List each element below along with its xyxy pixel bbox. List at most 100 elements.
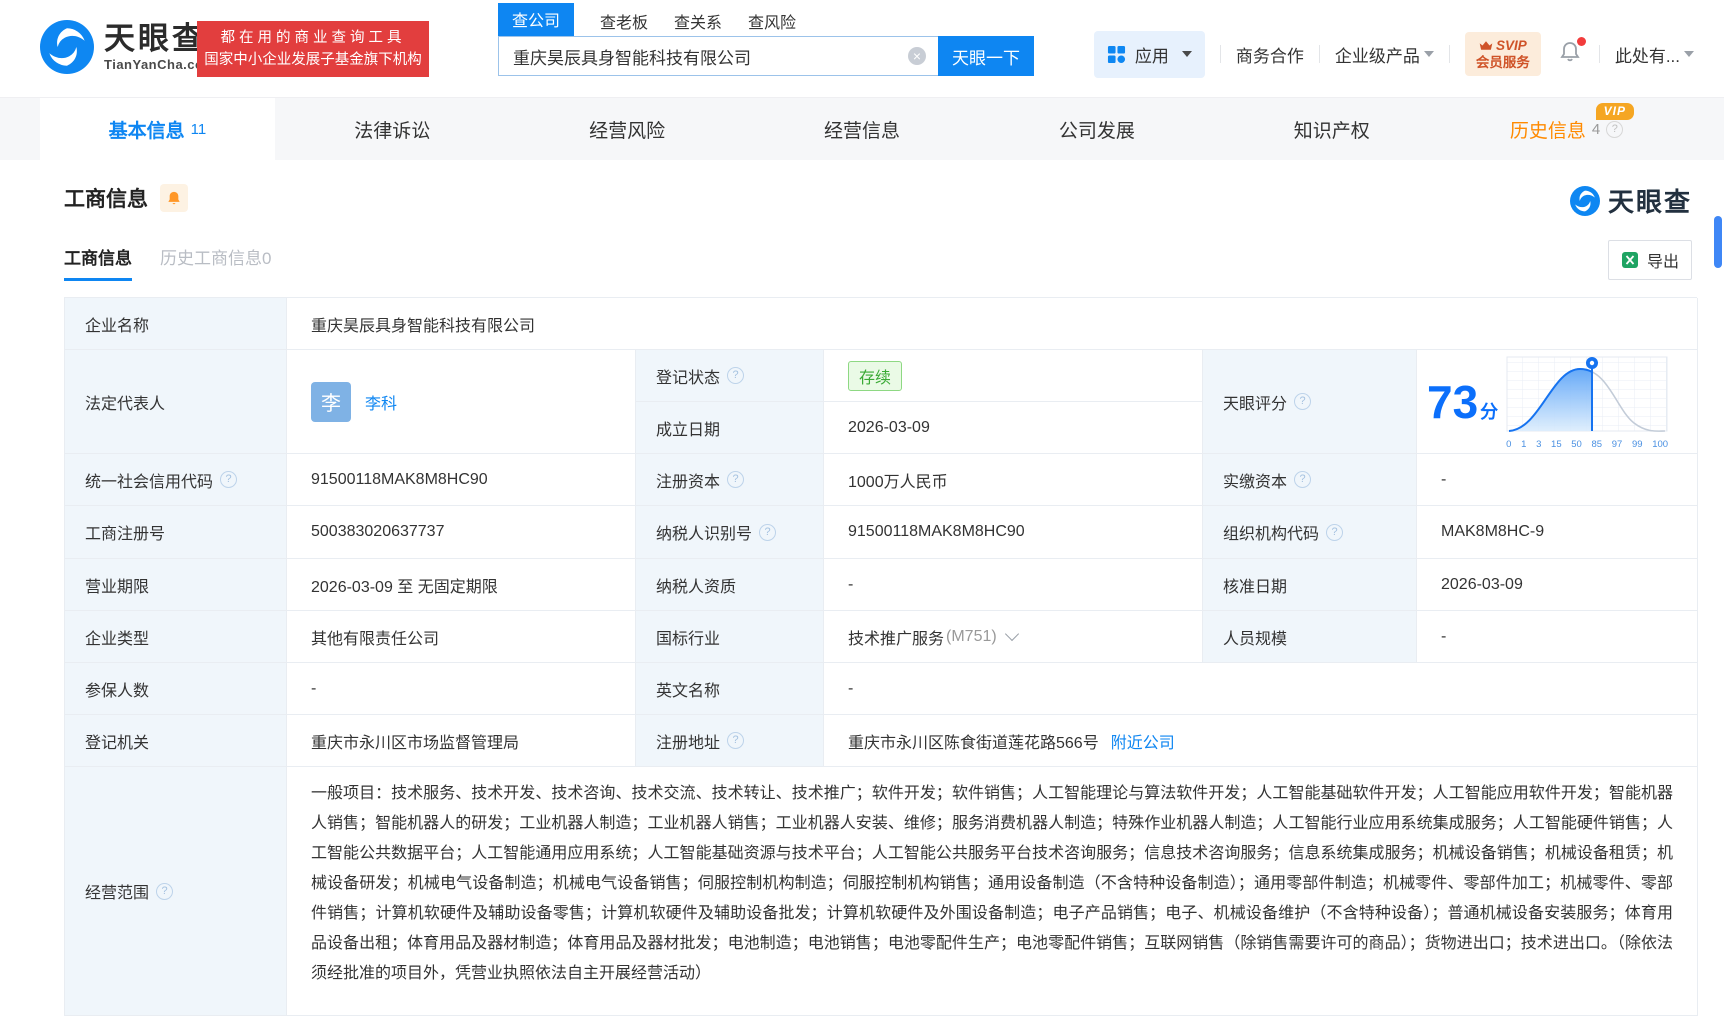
- divider: [1449, 45, 1450, 63]
- tab-company-development[interactable]: 公司发展: [979, 98, 1214, 160]
- page-tabs: 基本信息 11 法律诉讼 经营风险 经营信息 公司发展 知识产权 VIP 历史信…: [0, 97, 1724, 160]
- search-tab-company[interactable]: 查公司: [498, 3, 574, 36]
- site-logo[interactable]: 天眼查 TianYanCha.com: [40, 20, 216, 74]
- search-tab-boss[interactable]: 查老板: [600, 9, 648, 36]
- divider: [1319, 45, 1320, 63]
- value-industry[interactable]: 技术推广服务 (M751): [824, 611, 1203, 663]
- label-establish-date: 成立日期: [636, 402, 824, 454]
- help-icon[interactable]: [727, 367, 744, 384]
- label-registration-number: 工商注册号: [65, 506, 287, 559]
- label-taxpayer-id: 纳税人识别号: [636, 506, 824, 559]
- value-registered-capital: 1000万人民币: [824, 454, 1203, 506]
- value-establish-date: 2026-03-09: [824, 402, 1203, 454]
- value-paid-capital: -: [1417, 454, 1698, 506]
- vip-badge: VIP: [1596, 103, 1634, 120]
- nav-business-cooperation[interactable]: 商务合作: [1236, 42, 1304, 67]
- notification-dot: [1577, 37, 1586, 46]
- search-tabs: 查公司 查老板 查关系 查风险: [498, 7, 1034, 36]
- tab-count: 4: [1592, 121, 1600, 138]
- label-company-type: 企业类型: [65, 611, 287, 663]
- svip-label: SVIP: [1496, 37, 1527, 54]
- label-registration-status: 登记状态: [636, 350, 824, 402]
- monitor-bell-button[interactable]: [160, 184, 188, 212]
- clear-icon[interactable]: [908, 47, 926, 65]
- value-insured-count: -: [287, 663, 636, 715]
- search-tab-risk[interactable]: 查风险: [748, 9, 796, 36]
- value-tyc-score[interactable]: 73分: [1417, 350, 1698, 454]
- user-menu[interactable]: 此处有...: [1615, 42, 1694, 67]
- crown-icon: [1479, 40, 1493, 51]
- legal-representative-link[interactable]: 李科: [365, 390, 397, 414]
- tab-label: 基本信息: [109, 116, 185, 143]
- value-business-term: 2026-03-09 至 无固定期限: [287, 559, 636, 611]
- help-icon[interactable]: [1606, 121, 1623, 138]
- promo-line1: 都在用的商业查询工具: [221, 27, 406, 49]
- tab-label: 历史信息: [1510, 116, 1586, 143]
- help-icon[interactable]: [1294, 393, 1311, 410]
- label-english-name: 英文名称: [636, 663, 824, 715]
- help-icon[interactable]: [156, 883, 173, 900]
- tab-legal-litigation[interactable]: 法律诉讼: [275, 98, 510, 160]
- help-icon[interactable]: [759, 524, 776, 541]
- score-number: 73分: [1427, 379, 1498, 425]
- label-registered-capital: 注册资本: [636, 454, 824, 506]
- avatar[interactable]: 李: [311, 382, 351, 422]
- svip-member-button[interactable]: SVIP 会员服务: [1465, 32, 1541, 76]
- help-icon[interactable]: [727, 471, 744, 488]
- label-company-name: 企业名称: [65, 298, 287, 350]
- status-badge: 存续: [848, 361, 902, 391]
- search-area: 查公司 查老板 查关系 查风险 天眼一下: [498, 7, 1034, 76]
- label-organization-code: 组织机构代码: [1203, 506, 1417, 559]
- nearby-companies-link[interactable]: 附近公司: [1111, 729, 1175, 753]
- export-label: 导出: [1647, 248, 1679, 272]
- apps-menu[interactable]: 应用: [1094, 31, 1205, 78]
- divider: [1599, 45, 1600, 63]
- excel-icon: [1621, 251, 1639, 269]
- label-business-scope: 经营范围: [65, 767, 287, 1016]
- export-button[interactable]: 导出: [1608, 240, 1692, 280]
- label-paid-capital: 实缴资本: [1203, 454, 1417, 506]
- subtab-history-business-info[interactable]: 历史工商信息0: [160, 244, 271, 281]
- tab-operating-risk[interactable]: 经营风险: [510, 98, 745, 160]
- tab-basic-info[interactable]: 基本信息 11: [40, 98, 275, 160]
- svip-sublabel: 会员服务: [1476, 54, 1530, 71]
- tab-history-info[interactable]: VIP 历史信息 4: [1449, 98, 1684, 160]
- score-distribution-chart: 0131550859799100: [1506, 353, 1668, 450]
- tab-label: 经营风险: [589, 116, 665, 143]
- label-staff-size: 人员规模: [1203, 611, 1417, 663]
- notifications-bell[interactable]: [1558, 39, 1582, 70]
- value-staff-size: -: [1417, 611, 1698, 663]
- label-insured-count: 参保人数: [65, 663, 287, 715]
- label-business-term: 营业期限: [65, 559, 287, 611]
- value-business-scope: 一般项目：技术服务、技术开发、技术咨询、技术交流、技术转让、技术推广；软件开发；…: [287, 767, 1698, 1016]
- industry-code: (M751): [946, 628, 997, 646]
- value-taxpayer-id: 91500118MAK8M8HC90: [824, 506, 1203, 559]
- label-legal-representative: 法定代表人: [65, 350, 287, 454]
- help-icon[interactable]: [1326, 524, 1343, 541]
- watermark-text: 天眼查: [1608, 182, 1692, 219]
- tab-operating-info[interactable]: 经营信息: [745, 98, 980, 160]
- search-button[interactable]: 天眼一下: [938, 36, 1034, 76]
- label-industry: 国标行业: [636, 611, 824, 663]
- value-registered-address: 重庆市永川区陈食街道莲花路566号 附近公司: [824, 715, 1698, 767]
- nav-enterprise-products[interactable]: 企业级产品: [1335, 42, 1434, 67]
- search-input[interactable]: [498, 36, 938, 76]
- help-icon[interactable]: [1294, 471, 1311, 488]
- help-icon[interactable]: [220, 471, 237, 488]
- watermark-logo: 天眼查: [1570, 182, 1692, 219]
- value-registration-number: 500383020637737: [287, 506, 636, 559]
- scrollbar-thumb[interactable]: [1714, 216, 1722, 268]
- section-subtabs: 工商信息 历史工商信息0: [64, 244, 271, 281]
- promo-line2: 国家中小企业发展子基金旗下机构: [204, 49, 422, 71]
- header: 天眼查 TianYanCha.com 都在用的商业查询工具 国家中小企业发展子基…: [0, 0, 1724, 97]
- tab-intellectual-property[interactable]: 知识产权: [1214, 98, 1449, 160]
- tianyancha-logo-icon: [1570, 186, 1600, 216]
- chevron-down-icon[interactable]: [1005, 627, 1019, 641]
- chevron-down-icon: [1424, 51, 1434, 57]
- help-icon[interactable]: [727, 732, 744, 749]
- promo-banner: 都在用的商业查询工具 国家中小企业发展子基金旗下机构: [197, 21, 429, 77]
- label-registration-authority: 登记机关: [65, 715, 287, 767]
- tab-label: 知识产权: [1294, 116, 1370, 143]
- subtab-business-info[interactable]: 工商信息: [64, 244, 132, 281]
- search-tab-relation[interactable]: 查关系: [674, 9, 722, 36]
